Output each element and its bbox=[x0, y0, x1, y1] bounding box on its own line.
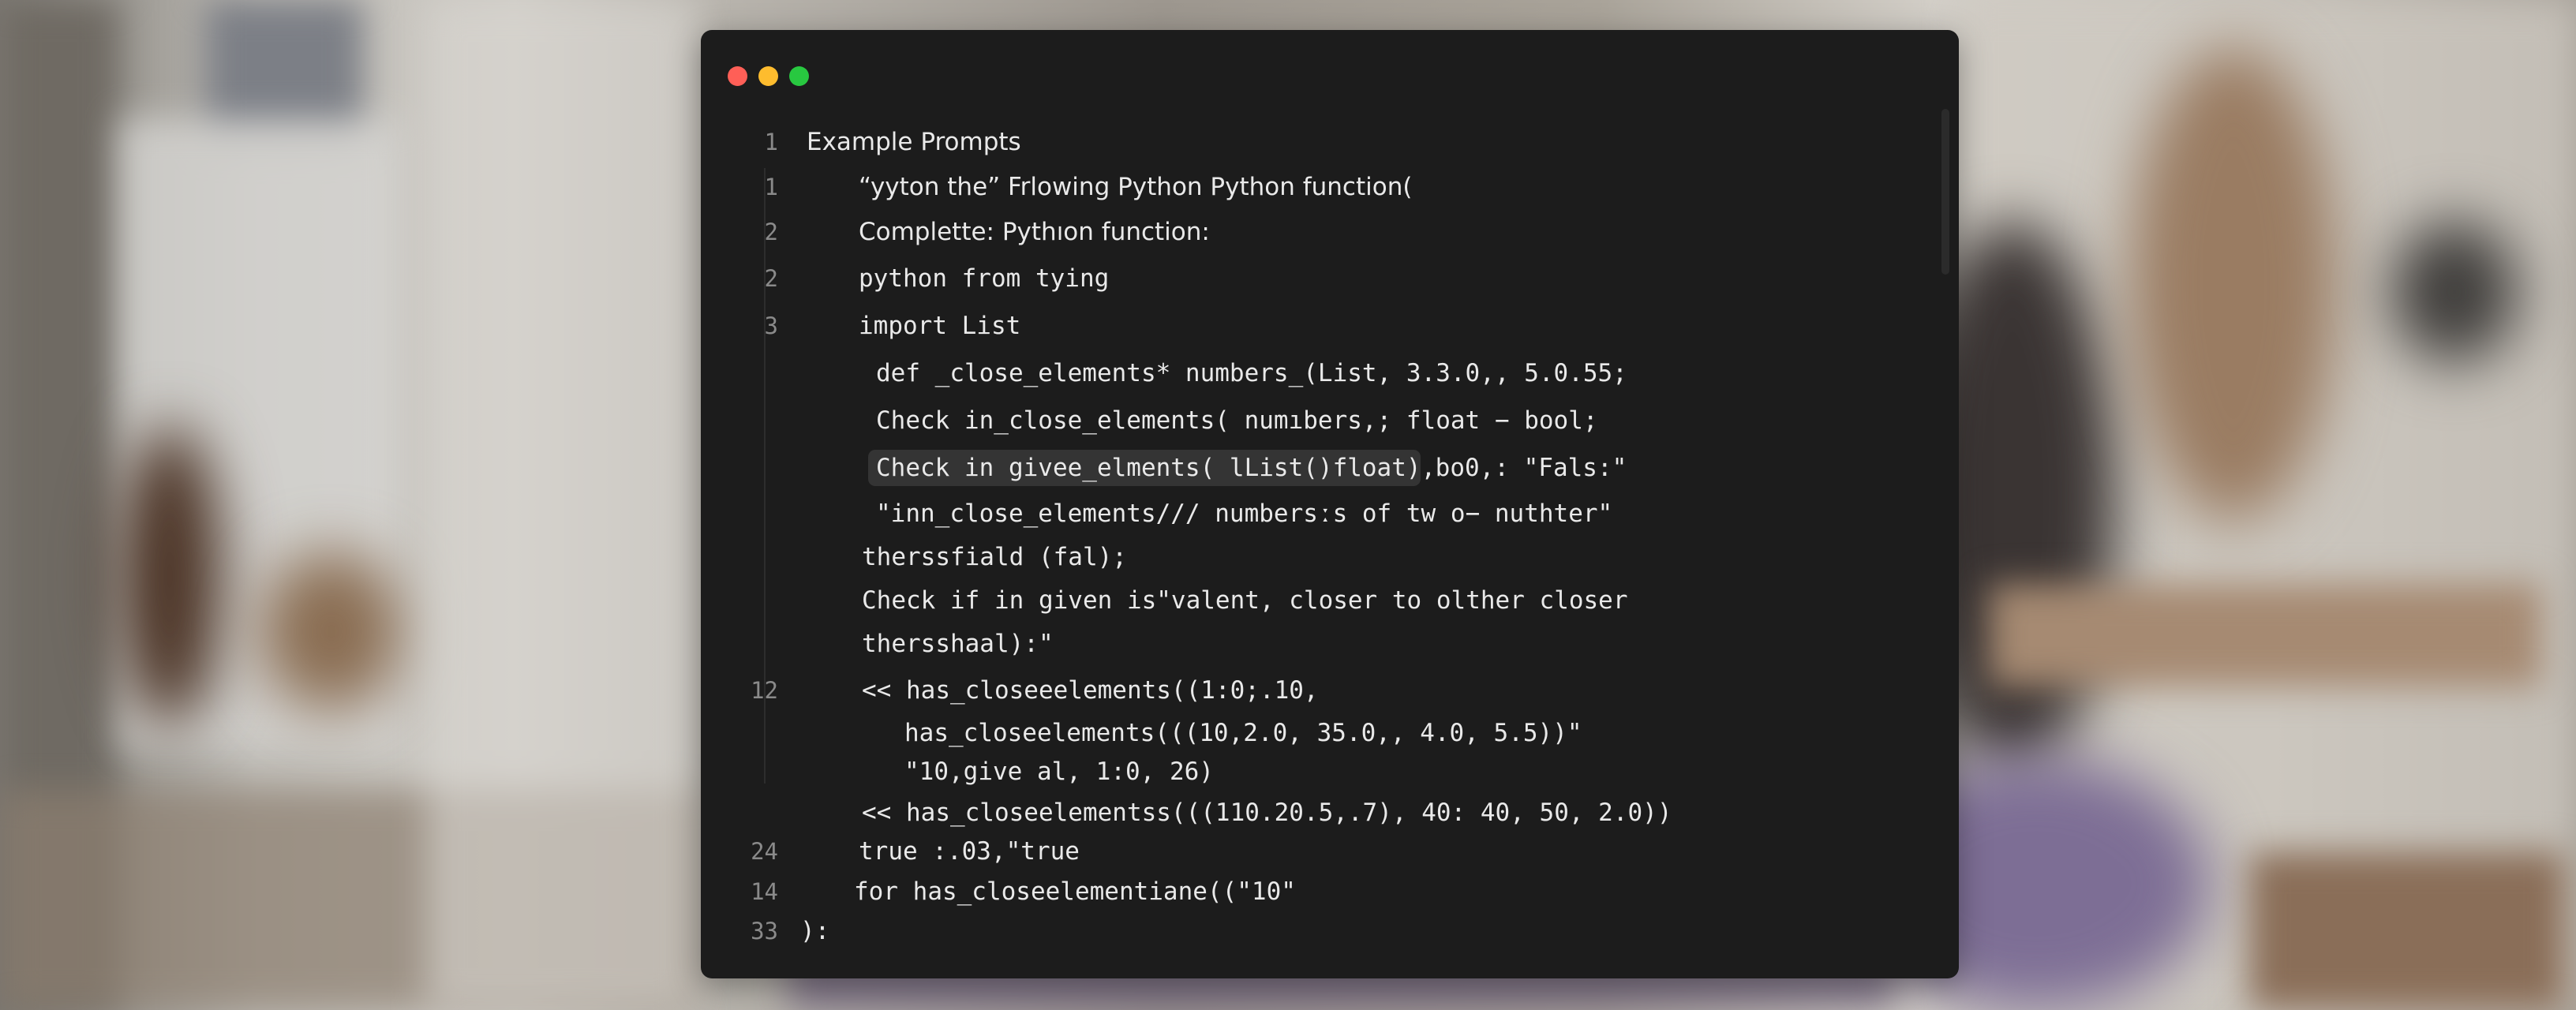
minimize-window-button[interactable] bbox=[758, 66, 778, 86]
bg-bottle bbox=[118, 426, 221, 726]
vertical-scrollbar[interactable] bbox=[1941, 109, 1949, 275]
code-text: Check in_close_elements( numıbers,; floa… bbox=[876, 406, 1598, 435]
bg-plant bbox=[2131, 47, 2336, 521]
code-text: thersshaal):" bbox=[862, 630, 1054, 658]
code-text: python from tying bbox=[859, 264, 1110, 293]
code-text: true :.03,"true bbox=[859, 837, 1080, 866]
code-text: has_closeelements(((10,2.0, 35.0,, 4.0, … bbox=[904, 719, 1582, 747]
code-text: ): bbox=[800, 917, 830, 945]
line-number: 1 bbox=[764, 129, 778, 155]
code-text: << has_closeeelements((1:0;.10, bbox=[862, 676, 1319, 705]
window-controls bbox=[728, 66, 809, 86]
line-number: 1 bbox=[764, 174, 778, 200]
bg-object bbox=[260, 552, 402, 710]
code-text: Check in givee_elments( lList()float), bbox=[876, 454, 1436, 482]
code-text-after: bo0,: "Fals:" bbox=[1421, 454, 1627, 482]
line-number: 24 bbox=[751, 838, 778, 865]
code-text: “yyton the” Frlowing Python Python funct… bbox=[859, 173, 1413, 201]
code-text: Example Prompts bbox=[807, 128, 1021, 156]
code-text: therssfiald (fal); bbox=[862, 543, 1127, 571]
line-number: 2 bbox=[764, 265, 778, 292]
bg-shelf bbox=[2249, 852, 2565, 1010]
close-window-button[interactable] bbox=[728, 66, 747, 86]
bg-dark-object bbox=[2391, 221, 2518, 363]
bg-table bbox=[1989, 584, 2541, 686]
code-text: Complette: Pythıon function: bbox=[859, 218, 1210, 246]
code-text: def _close_elements* numbers_(List, 3.3.… bbox=[876, 359, 1627, 387]
code-text: for has_closeelementiane(("10" bbox=[854, 877, 1296, 906]
line-number: 14 bbox=[751, 878, 778, 905]
line-number: 2 bbox=[764, 219, 778, 245]
code-editor-window: 1 Example Prompts 1 “yyton the” Frlowing… bbox=[701, 30, 1959, 978]
code-text: "inn_close_elements/// numbersːs of tw o… bbox=[876, 499, 1613, 528]
zoom-window-button[interactable] bbox=[789, 66, 809, 86]
line-number: 12 bbox=[751, 677, 778, 704]
code-text: "10,give al, 1:0, 26) bbox=[904, 758, 1214, 786]
line-number: 3 bbox=[764, 312, 778, 339]
code-text: << has_closeelementss(((110.20.5,.7), 40… bbox=[862, 799, 1672, 827]
bg-light-wall bbox=[426, 0, 695, 1010]
line-number: 33 bbox=[751, 918, 778, 945]
code-text: Check if in given is"valent, closer to o… bbox=[862, 586, 1628, 615]
code-text: import List bbox=[859, 312, 1021, 340]
